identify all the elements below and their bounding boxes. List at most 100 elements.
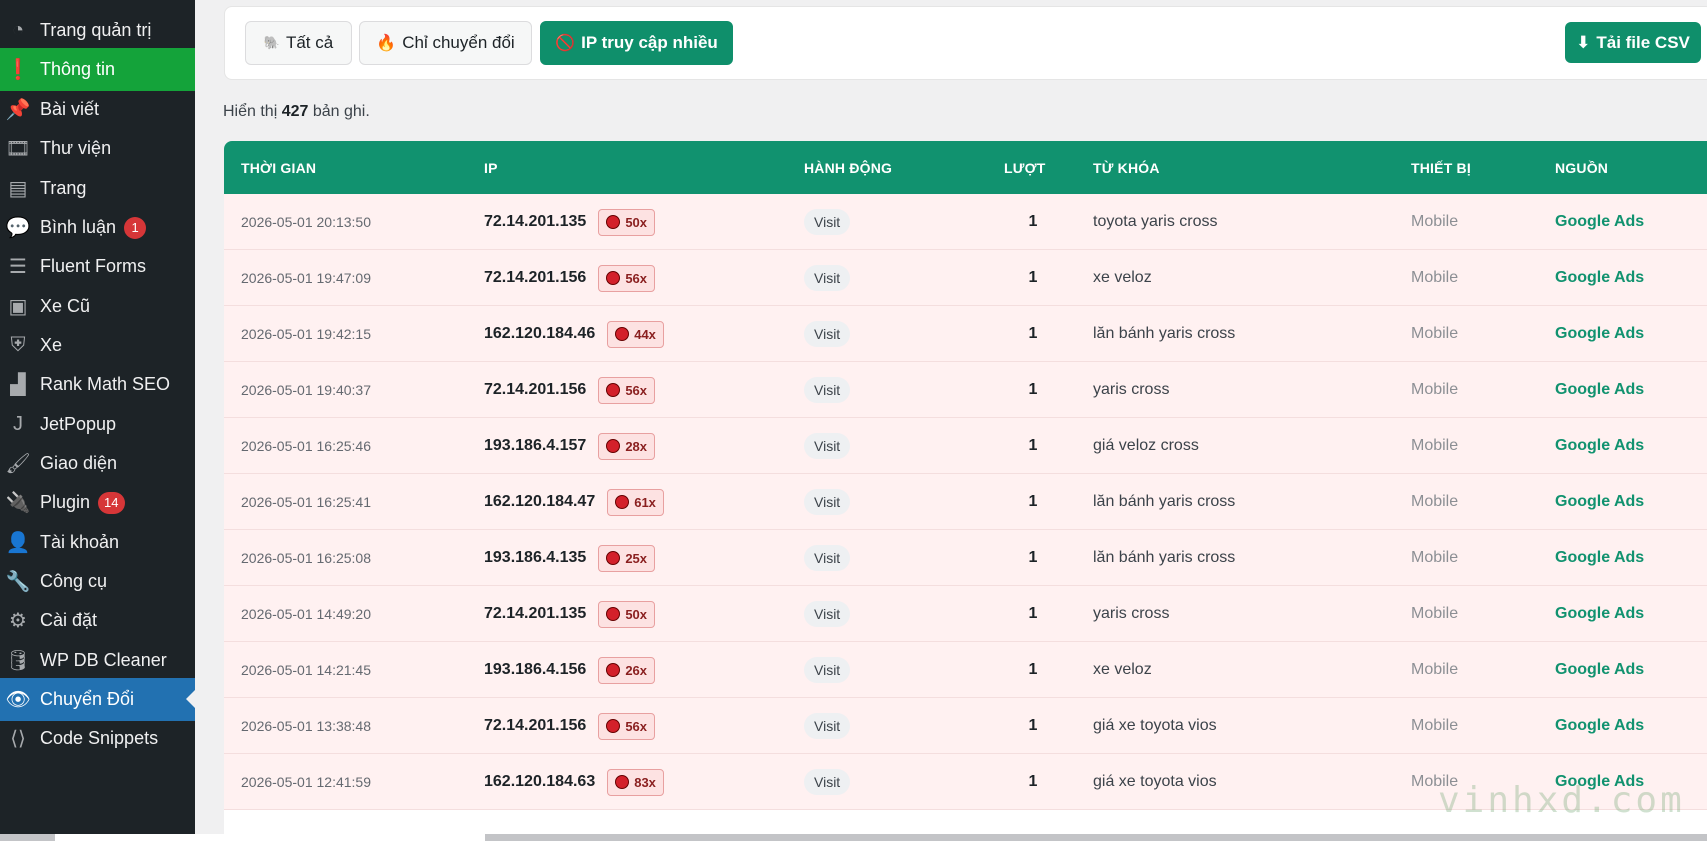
- red-circle-icon: [606, 439, 621, 453]
- cell-source: Google Ads: [1555, 661, 1645, 678]
- red-circle-icon: [606, 271, 621, 285]
- cell-time: 2026-05-01 19:40:37: [241, 382, 371, 398]
- cell-source: Google Ads: [1555, 717, 1645, 734]
- sidebar-item-4[interactable]: 🎞 Thư viện: [0, 127, 195, 170]
- code-icon: ⟨⟩: [10, 728, 26, 750]
- cell-source: Google Ads: [1555, 213, 1645, 230]
- cell-keyword: xe veloz: [1093, 661, 1152, 678]
- action-pill: Visit: [804, 265, 851, 291]
- cell-device: Mobile: [1411, 213, 1459, 230]
- sidebar-item-14[interactable]: 👤 Tài khoản: [0, 521, 195, 564]
- table-row: 2026-05-01 20:13:50 72.14.201.135 50x Visit…: [224, 194, 1707, 250]
- rankmath-icon: ▟: [10, 374, 26, 396]
- sidebar-item-label: Cài đặt: [40, 610, 98, 630]
- hit-count-badge: 25x: [598, 544, 656, 572]
- cell-ip: 72.14.201.156 56x: [484, 698, 656, 754]
- cell-device: Mobile: [1411, 661, 1459, 678]
- cell-count: 1: [1028, 269, 1038, 286]
- hit-count: 50x: [625, 606, 648, 622]
- sidebar-item-label: Thông tin: [40, 59, 116, 79]
- sidebar-item-17[interactable]: 🛢 WP DB Cleaner: [0, 639, 195, 682]
- hit-count-badge: 56x: [598, 712, 656, 740]
- cell-source: Google Ads: [1555, 437, 1645, 454]
- sidebar-item-10[interactable]: ▟ Rank Math SEO: [0, 363, 195, 406]
- hit-count: 56x: [625, 718, 648, 734]
- table-row: 2026-05-01 19:42:15 162.120.184.46 44x Visi…: [224, 306, 1707, 362]
- filter-frequent-ip-button[interactable]: 🚫 IP truy cập nhiều: [540, 21, 733, 65]
- cell-ip: 193.186.4.135 25x: [484, 530, 656, 586]
- cell-ip: 193.186.4.157 28x: [484, 418, 656, 474]
- cell-ip: 193.186.4.156 26x: [484, 642, 656, 698]
- header-device[interactable]: THIẾT BỊ: [1411, 160, 1471, 176]
- cell-ip: 72.14.201.135 50x: [484, 586, 656, 642]
- sidebar-item-6[interactable]: 💬 Bình luận 1: [0, 206, 195, 249]
- filter-all-label: Tất cả: [285, 33, 334, 52]
- ip-address: 193.186.4.156: [484, 661, 587, 678]
- red-circle-icon: [606, 663, 621, 677]
- sidebar-item-9[interactable]: ⛨ Xe: [0, 324, 195, 367]
- red-circle-icon: [615, 495, 630, 509]
- hit-count-badge: 61x: [607, 488, 664, 516]
- sidebar-item-label: Code Snippets: [40, 728, 159, 748]
- filter-all-button[interactable]: 🐘 Tất cả: [245, 21, 352, 65]
- hit-count-badge: 56x: [598, 376, 656, 404]
- chart-icon: ▣: [8, 296, 28, 318]
- media-icon: 🎞: [5, 138, 31, 160]
- admin-sidebar: ◔ Trang quản trị ❗ Thông tin 📌 Bài viết 🎞 Thư v…: [0, 0, 195, 841]
- sidebar-item-label: Xe Cũ: [40, 296, 91, 316]
- cell-keyword: yaris cross: [1093, 605, 1170, 622]
- sidebar-item-7[interactable]: ☰ Fluent Forms: [0, 245, 195, 288]
- sidebar-item-18[interactable]: 👁 Chuyển Đổi: [0, 678, 195, 721]
- sidebar-item-label: JetPopup: [40, 414, 117, 434]
- header-count[interactable]: LƯỢT: [1004, 160, 1045, 176]
- sidebar-item-5[interactable]: ▤ Trang: [0, 167, 195, 210]
- notification-badge: 14: [98, 491, 125, 514]
- sidebar-item-label: Fluent Forms: [40, 256, 147, 276]
- sidebar-item-3[interactable]: 📌 Bài viết: [0, 88, 195, 131]
- cell-ip: 162.120.184.46 44x: [484, 306, 664, 362]
- cell-action: Visit: [804, 586, 851, 642]
- header-action[interactable]: HÀNH ĐỘNG: [804, 160, 892, 176]
- pages-icon: ▤: [8, 178, 28, 200]
- hit-count-badge: 56x: [598, 264, 656, 292]
- header-source[interactable]: NGUỒN: [1555, 160, 1608, 176]
- download-csv-button[interactable]: ⬇ Tải file CSV: [1565, 22, 1701, 63]
- settings-icon: ⚙: [9, 610, 27, 632]
- sidebar-item-15[interactable]: 🔧 Công cụ: [0, 560, 195, 603]
- user-icon: 👤: [5, 532, 31, 554]
- cell-device: Mobile: [1411, 717, 1459, 734]
- no-entry-icon: 🚫: [555, 35, 576, 52]
- cell-time: 2026-05-01 19:42:15: [241, 326, 371, 342]
- sidebar-item-2[interactable]: ❗ Thông tin: [0, 48, 195, 91]
- cell-count: 1: [1028, 493, 1038, 510]
- header-keyword[interactable]: TỪ KHÓA: [1093, 160, 1160, 176]
- cell-action: Visit: [804, 306, 851, 362]
- sidebar-item-1[interactable]: ◔ Trang quản trị: [0, 9, 195, 52]
- cell-keyword: xe veloz: [1093, 269, 1152, 286]
- sidebar-item-label: Plugin: [40, 492, 91, 512]
- red-circle-icon: [615, 775, 630, 789]
- sidebar-item-13[interactable]: 🔌 Plugin 14: [0, 481, 195, 524]
- horizontal-scrollbar[interactable]: [0, 834, 1707, 841]
- sidebar-item-16[interactable]: ⚙ Cài đặt: [0, 599, 195, 642]
- sidebar-item-8[interactable]: ▣ Xe Cũ: [0, 285, 195, 328]
- ip-address: 72.14.201.156: [484, 381, 587, 398]
- red-circle-icon: [615, 327, 630, 341]
- sidebar-item-19[interactable]: ⟨⟩ Code Snippets: [0, 717, 195, 760]
- sidebar-item-label: Tài khoản: [40, 532, 120, 552]
- hit-count-badge: 44x: [607, 320, 664, 348]
- cell-action: Visit: [804, 362, 851, 418]
- header-time[interactable]: THỜI GIAN: [241, 160, 316, 176]
- sidebar-item-11[interactable]: J JetPopup: [0, 403, 195, 446]
- database-icon: 🛢: [5, 650, 31, 672]
- hit-count: 28x: [625, 438, 648, 454]
- filter-conversions-button[interactable]: 🔥 Chỉ chuyển đổi: [359, 21, 532, 65]
- header-ip[interactable]: IP: [484, 160, 498, 176]
- sidebar-item-12[interactable]: 🖌 Giao diện: [0, 442, 195, 485]
- cell-source: Google Ads: [1555, 325, 1645, 342]
- cell-ip: 72.14.201.135 50x: [484, 194, 656, 250]
- action-pill: Visit: [804, 489, 851, 515]
- table-row: 2026-05-01 16:25:41 162.120.184.47 61x Visi…: [224, 474, 1707, 530]
- cell-count: 1: [1028, 325, 1038, 342]
- cell-time: 2026-05-01 19:47:09: [241, 270, 371, 286]
